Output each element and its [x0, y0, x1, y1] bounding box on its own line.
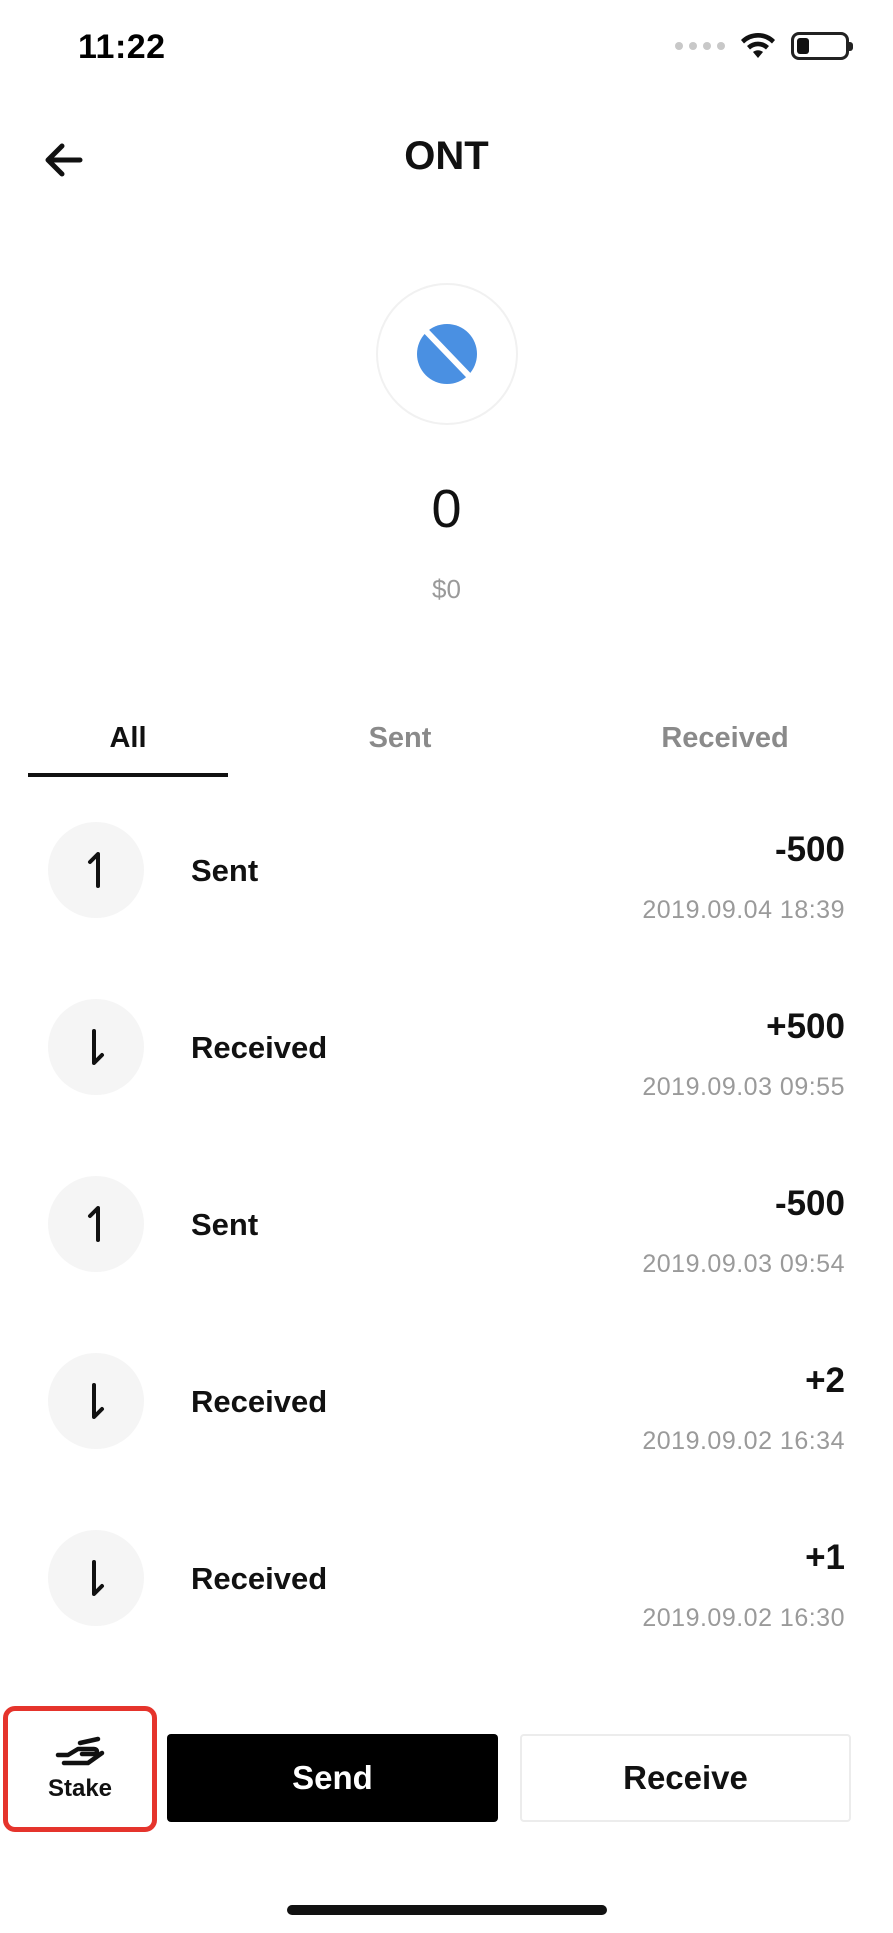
received-arrow-icon	[48, 999, 144, 1095]
transaction-amount: -500	[774, 830, 845, 869]
transaction-time: 2019.09.04 18:39	[642, 896, 845, 924]
transaction-row[interactable]: Sent -500 2019.09.03 09:54	[0, 1154, 893, 1331]
transaction-row[interactable]: Sent -500 2019.09.04 18:39	[0, 800, 893, 977]
transaction-row[interactable]: Received +1 2019.09.02 16:30	[0, 1508, 893, 1685]
transaction-time: 2019.09.03 09:54	[642, 1250, 845, 1278]
wifi-icon	[741, 32, 775, 58]
tab-received[interactable]: Received	[620, 700, 830, 776]
sent-arrow-icon	[48, 822, 144, 918]
stake-label: Stake	[47, 1775, 113, 1802]
transaction-amount: -500	[774, 1184, 845, 1223]
transaction-type: Received	[191, 1030, 328, 1065]
status-icons	[675, 32, 853, 60]
transaction-type: Sent	[191, 1207, 259, 1242]
transaction-row[interactable]: Received +2 2019.09.02 16:34	[0, 1331, 893, 1508]
stake-hand-icon	[55, 1736, 105, 1766]
transaction-amount: +1	[805, 1538, 845, 1577]
transaction-type: Received	[191, 1384, 328, 1419]
received-arrow-icon	[48, 1353, 144, 1449]
receive-button[interactable]: Receive	[520, 1734, 851, 1822]
token-balance: 0	[431, 479, 462, 539]
token-logo	[376, 283, 518, 425]
transaction-amount: +500	[766, 1007, 845, 1046]
active-tab-indicator	[28, 773, 228, 777]
header: ONT	[0, 110, 893, 210]
fiat-balance: $0	[432, 574, 461, 604]
transaction-list: Sent -500 2019.09.04 18:39 Received +500…	[0, 800, 893, 1685]
status-time: 11:22	[78, 28, 166, 66]
transaction-time: 2019.09.02 16:30	[642, 1604, 845, 1632]
transaction-time: 2019.09.03 09:55	[642, 1073, 845, 1101]
stake-button[interactable]: Stake	[3, 1706, 157, 1832]
transaction-amount: +2	[805, 1361, 845, 1400]
status-bar: 11:22	[0, 0, 893, 90]
transaction-type: Received	[191, 1561, 328, 1596]
tab-sent[interactable]: Sent	[300, 700, 500, 776]
tab-all[interactable]: All	[28, 700, 228, 776]
battery-icon	[791, 32, 853, 60]
send-button[interactable]: Send	[167, 1734, 498, 1822]
cellular-signal-icon	[675, 42, 725, 50]
transaction-row[interactable]: Received +500 2019.09.03 09:55	[0, 977, 893, 1154]
ontology-logo-icon	[417, 324, 477, 384]
home-indicator	[287, 1905, 607, 1915]
page-title: ONT	[404, 134, 489, 178]
transaction-time: 2019.09.02 16:34	[642, 1427, 845, 1455]
transaction-tabs: All Sent Received	[0, 700, 893, 780]
received-arrow-icon	[48, 1530, 144, 1626]
sent-arrow-icon	[48, 1176, 144, 1272]
transaction-type: Sent	[191, 853, 259, 888]
